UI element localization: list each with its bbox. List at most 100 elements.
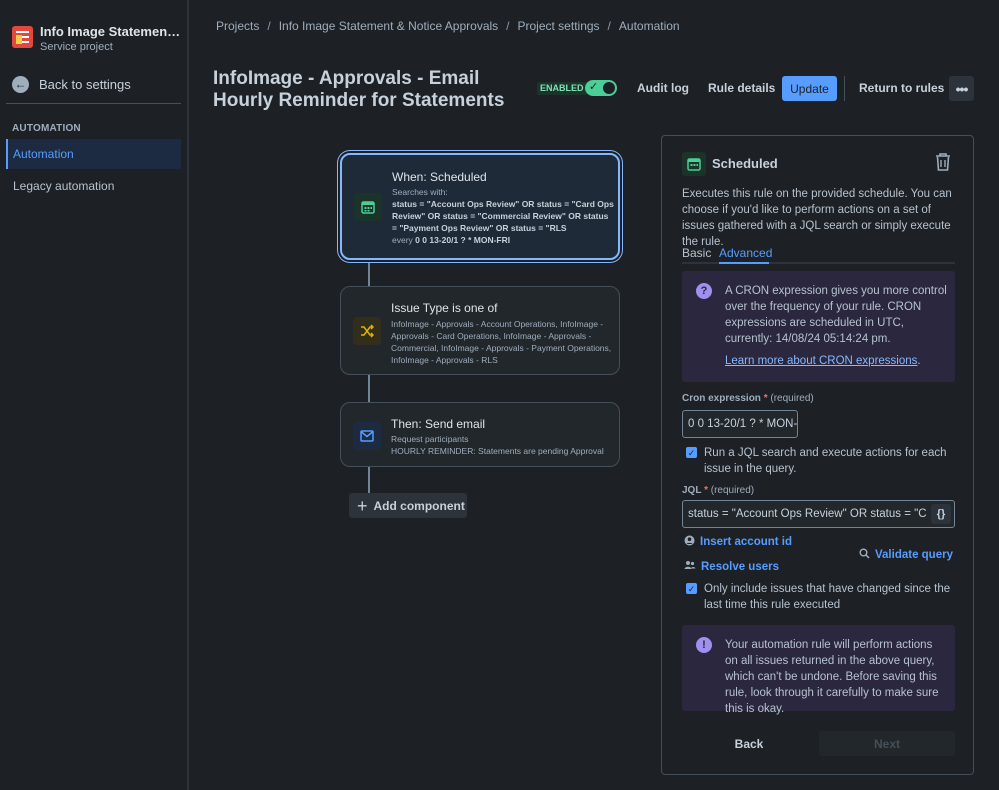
trigger-searches-with: Searches with:: [392, 187, 448, 197]
cron-expression-label: Cron expression * (required): [682, 393, 814, 404]
only-changed-label: Only include issues that have changed si…: [704, 583, 951, 611]
required-text: (required): [710, 485, 755, 496]
breadcrumb-project-settings[interactable]: Project settings: [518, 19, 600, 33]
shuffle-icon: [353, 317, 381, 345]
panel-description: Executes this rule on the provided sched…: [682, 188, 952, 248]
cron-info-box: ? A CRON expression gives you more contr…: [682, 271, 955, 382]
return-to-rules-button[interactable]: Return to rules: [859, 76, 944, 100]
flow-connector: [368, 375, 370, 402]
flow-connector: [368, 260, 370, 286]
panel-title: Scheduled: [712, 156, 778, 171]
back-to-settings-label: Back to settings: [39, 76, 131, 92]
cron-link-row: Learn more about CRON expressions.: [725, 355, 921, 367]
rule-enabled-toggle[interactable]: ✓: [585, 80, 617, 96]
schedule-tabs: Basic Advanced: [682, 244, 955, 264]
breadcrumb-separator: /: [607, 19, 611, 33]
action-title: Then: Send email: [391, 417, 486, 431]
check-icon: ✓: [589, 81, 599, 93]
insert-account-id-label: Insert account id: [700, 536, 793, 548]
sidebar-item-automation[interactable]: Automation: [6, 139, 181, 169]
sidebar-divider: [6, 103, 181, 104]
condition-node[interactable]: Issue Type is one of InfoImage - Approva…: [340, 286, 620, 375]
status-badge: ENABLED: [537, 82, 587, 95]
people-icon: [684, 560, 696, 573]
calendar-icon: [354, 193, 382, 221]
smart-values-button[interactable]: {}: [931, 504, 951, 524]
page-title: InfoImage - Approvals - Email Hourly Rem…: [213, 68, 505, 111]
back-button[interactable]: Back: [722, 731, 776, 756]
action-recipients: Request participants: [391, 434, 469, 444]
add-component-button[interactable]: + Add component: [349, 493, 467, 518]
warning-text: Your automation rule will perform action…: [725, 639, 939, 715]
trash-icon[interactable]: [934, 152, 952, 172]
cron-link-suffix: .: [917, 355, 921, 367]
breadcrumb: Projects / Info Image Statement & Notice…: [216, 19, 680, 33]
breadcrumb-project[interactable]: Info Image Statement & Notice Approvals: [279, 19, 498, 33]
required-star: *: [763, 393, 768, 404]
required-star: *: [704, 485, 708, 496]
resolve-users-label: Resolve users: [701, 560, 779, 573]
plus-icon: +: [357, 495, 368, 516]
project-logo-icon: [12, 26, 33, 48]
more-icon: •••: [955, 80, 969, 97]
breadcrumb-separator: /: [506, 19, 510, 33]
component-config-panel: Scheduled Executes this rule on the prov…: [661, 135, 974, 775]
action-node[interactable]: Then: Send email Request participants HO…: [340, 402, 620, 467]
jql-label-text: JQL: [682, 485, 702, 496]
validate-query-button[interactable]: Validate query: [859, 548, 953, 562]
add-component-label: Add component: [373, 498, 465, 513]
trigger-details: Searches with: status = "Account Ops Rev…: [392, 186, 614, 246]
exclamation-icon: !: [696, 637, 712, 653]
required-text: (required): [770, 393, 814, 404]
email-icon: [353, 422, 381, 450]
run-jql-checkbox-row[interactable]: ✓ Run a JQL search and execute actions f…: [682, 445, 962, 477]
rule-details-button[interactable]: Rule details: [708, 76, 775, 100]
trigger-title: When: Scheduled: [392, 170, 487, 184]
toggle-knob: [603, 82, 615, 94]
active-tab-indicator: [719, 262, 769, 264]
action-divider: [844, 76, 845, 101]
only-changed-checkbox[interactable]: ✓: [686, 583, 697, 594]
calendar-icon: [682, 152, 706, 176]
trigger-cron: 0 0 13-20/1 ? * MON-FRI: [415, 235, 511, 245]
cron-info-text: A CRON expression gives you more control…: [725, 285, 947, 345]
question-icon: ?: [696, 283, 712, 299]
sidebar: Info Image Statement & ... Service proje…: [0, 0, 189, 790]
only-changed-checkbox-row[interactable]: ✓ Only include issues that have changed …: [682, 581, 962, 613]
audit-log-button[interactable]: Audit log: [637, 76, 689, 100]
trigger-every: every: [392, 235, 413, 245]
sidebar-item-legacy-automation[interactable]: Legacy automation: [6, 171, 181, 201]
cron-label-text: Cron expression: [682, 393, 761, 404]
trigger-query: status = "Account Ops Review" OR status …: [392, 199, 614, 233]
insert-account-id-button[interactable]: Insert account id: [684, 535, 792, 549]
sidebar-section-heading: AUTOMATION: [12, 123, 81, 134]
next-button[interactable]: Next: [819, 731, 955, 756]
sidebar-item-label: Legacy automation: [13, 179, 115, 193]
project-type: Service project: [40, 41, 113, 53]
condition-details: InfoImage - Approvals - Account Operatio…: [391, 319, 612, 365]
breadcrumb-automation[interactable]: Automation: [619, 19, 680, 33]
back-to-settings-link[interactable]: ← Back to settings: [12, 74, 182, 94]
trigger-node[interactable]: When: Scheduled Searches with: status = …: [340, 153, 620, 260]
cron-learn-more-link[interactable]: Learn more about CRON expressions: [725, 355, 917, 367]
project-name: Info Image Statement & ...: [40, 24, 182, 39]
run-jql-checkbox[interactable]: ✓: [686, 447, 697, 458]
project-header[interactable]: Info Image Statement & ... Service proje…: [12, 22, 182, 58]
cron-expression-input[interactable]: 0 0 13-20/1 ? * MON-FRI: [682, 410, 798, 438]
tab-advanced[interactable]: Advanced: [719, 246, 772, 260]
breadcrumb-projects[interactable]: Projects: [216, 19, 259, 33]
update-button[interactable]: Update: [782, 76, 837, 101]
action-subject: HOURLY REMINDER: Statements are pending …: [391, 446, 604, 456]
jql-label: JQL * (required): [682, 485, 754, 496]
user-icon: [684, 535, 695, 549]
warning-box: ! Your automation rule will perform acti…: [682, 625, 955, 715]
resolve-users-button[interactable]: Resolve users: [684, 560, 779, 573]
search-icon: [859, 548, 870, 562]
run-jql-label: Run a JQL search and execute actions for…: [704, 447, 947, 475]
breadcrumb-separator: /: [267, 19, 271, 33]
tab-basic[interactable]: Basic: [682, 246, 711, 260]
validate-query-label: Validate query: [875, 549, 953, 561]
more-actions-button[interactable]: •••: [949, 76, 974, 101]
jql-input[interactable]: status = "Account Ops Review" OR status …: [682, 500, 955, 528]
flow-connector: [368, 467, 370, 494]
